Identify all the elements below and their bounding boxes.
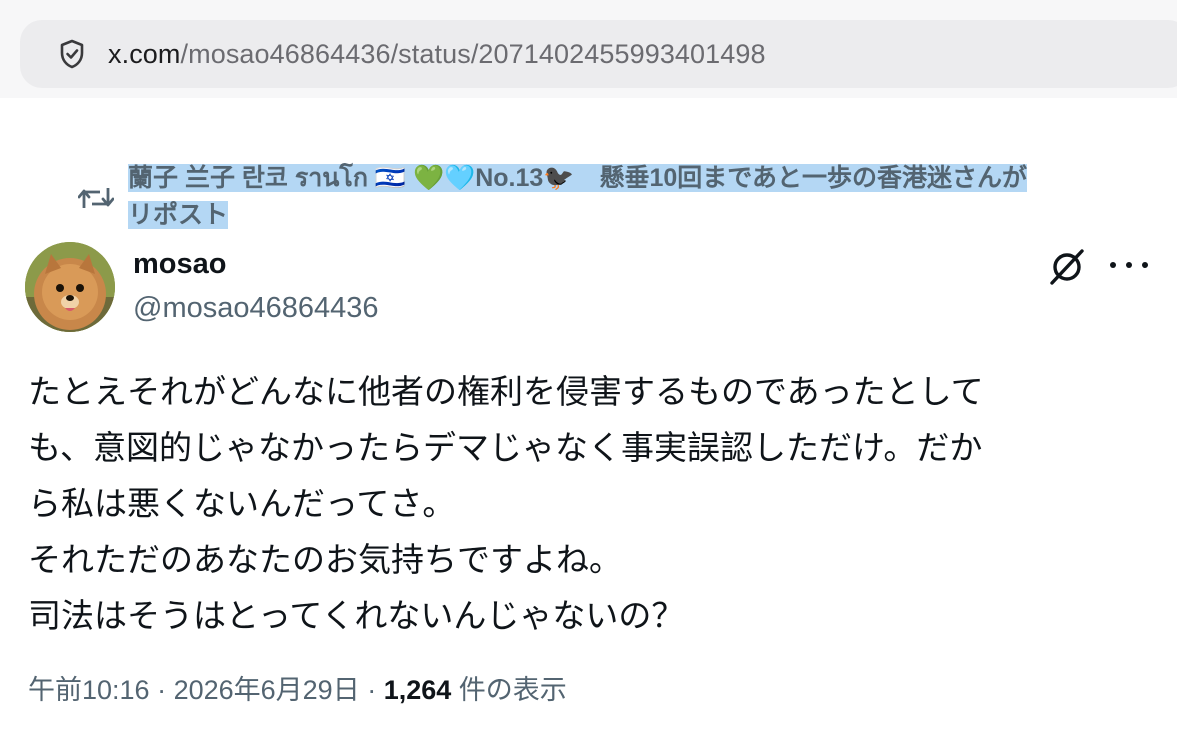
author-handle[interactable]: @mosao46864436 (133, 292, 379, 325)
url-text[interactable]: x.com/mosao46864436/status/2071402455993… (108, 39, 766, 70)
grok-icon[interactable] (1046, 246, 1088, 288)
tweet-line: も、意図的じゃなかったらデマじゃなく事実誤認しただけ。だか (28, 429, 983, 466)
tweet-line: それただのあなたのお気持ちですよね。 (28, 541, 622, 578)
more-options-icon[interactable] (1110, 250, 1148, 280)
url-path: /mosao46864436/status/207140245599340149… (180, 38, 766, 69)
tweet-line: ら私は悪くないんだってさ。 (28, 485, 456, 522)
repost-label[interactable]: 蘭子 兰子 란코 รานโก 🇮🇱 💚🩵No.13🐦‍⬛ 懸垂10回まであと一歩… (128, 160, 1148, 234)
avatar[interactable] (25, 242, 115, 332)
tweet-time[interactable]: 午前10:16 (28, 675, 150, 705)
view-count-label: 件の表示 (451, 675, 567, 705)
address-bar[interactable]: x.com/mosao46864436/status/2071402455993… (20, 20, 1177, 88)
tweet-line: 司法はそうはとってくれないんじゃないの？ (28, 597, 685, 634)
shield-icon[interactable] (56, 38, 88, 70)
dot-icon (1110, 262, 1116, 268)
separator: · (149, 675, 174, 705)
view-count: 1,264 (383, 675, 452, 705)
url-host: x.com (108, 38, 181, 69)
repost-icon (77, 184, 115, 212)
browser-toolbar: x.com/mosao46864436/status/2071402455993… (0, 0, 1177, 98)
author-display-name[interactable]: mosao (133, 248, 226, 281)
separator: · (359, 675, 384, 705)
dot-icon (1142, 262, 1148, 268)
repost-user-text[interactable]: 蘭子 兰子 란코 รานโก 🇮🇱 💚🩵No.13🐦‍⬛ 懸垂10回まであと一歩… (128, 164, 1027, 192)
tweet-text: たとえそれがどんなに他者の権利を侵害するものであったとして も、意図的じゃなかっ… (28, 364, 1153, 644)
repost-context[interactable]: 蘭子 兰子 란코 รานโก 🇮🇱 💚🩵No.13🐦‍⬛ 懸垂10回まであと一歩… (77, 160, 1158, 234)
tweet-line: たとえそれがどんなに他者の権利を侵害するものであったとして (28, 373, 984, 410)
repost-suffix-text: リポスト (128, 201, 229, 229)
tweet-date[interactable]: 2026年6月29日 (174, 675, 360, 705)
dot-icon (1126, 262, 1132, 268)
tweet-metadata: 午前10:16 · 2026年6月29日 · 1,264 件の表示 (28, 668, 567, 707)
